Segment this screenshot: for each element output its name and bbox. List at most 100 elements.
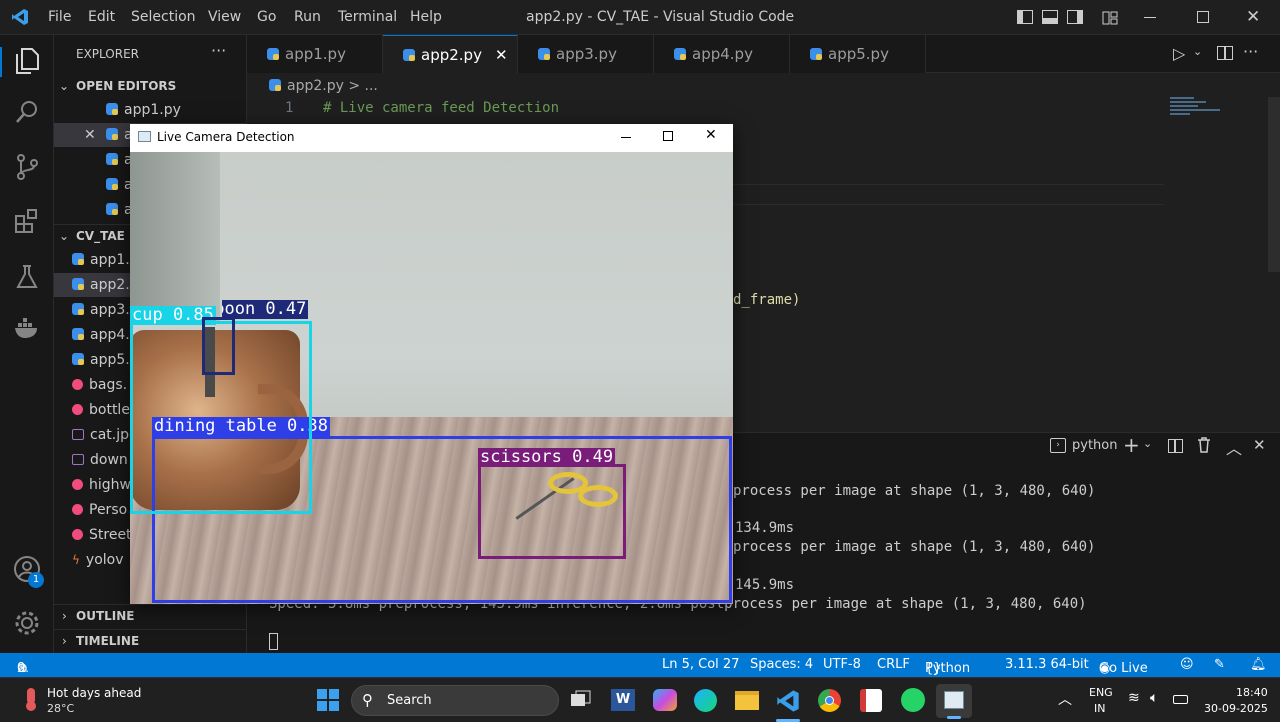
menu-selection[interactable]: Selection — [131, 9, 196, 25]
chrome-browser-icon[interactable] — [818, 689, 841, 712]
go-live-label: Go Live — [1099, 661, 1148, 676]
kill-terminal-trash-icon[interactable] — [1197, 437, 1211, 457]
close-tab-icon[interactable]: ✕ — [495, 36, 508, 74]
menu-go[interactable]: Go — [257, 9, 276, 25]
title-bar: File Edit Selection View Go Run Terminal… — [0, 0, 1280, 35]
accounts-icon[interactable]: 1 — [12, 555, 44, 588]
toggle-primary-sidebar-icon[interactable] — [1017, 10, 1033, 24]
show-hidden-icons-chevron-icon[interactable]: ︿ — [1058, 689, 1072, 709]
terminal-cursor[interactable] — [269, 633, 278, 650]
more-actions-icon[interactable]: ··· — [1243, 42, 1258, 61]
clock-time[interactable]: 18:40 — [1236, 686, 1268, 699]
word-app-icon[interactable]: W — [611, 689, 635, 711]
close-window-icon[interactable]: ✕ — [1246, 7, 1260, 27]
timeline-section[interactable]: › TIMELINE — [54, 629, 246, 651]
menu-help[interactable]: Help — [410, 9, 442, 25]
file-label: down — [90, 452, 128, 468]
weather-thermometer-icon[interactable] — [20, 686, 42, 712]
open-editors-section[interactable]: ⌄ OPEN EDITORS — [54, 75, 246, 97]
line-ending[interactable]: CRLF — [877, 657, 910, 672]
extensions-icon[interactable] — [12, 207, 42, 237]
minimize-icon[interactable] — [1144, 17, 1156, 18]
maximize-panel-icon[interactable]: ︿ — [1226, 435, 1242, 459]
terminal-name[interactable]: python — [1072, 438, 1117, 453]
camera-maximize-icon[interactable] — [663, 131, 673, 141]
settings-gear-icon[interactable] — [12, 609, 42, 639]
outline-section[interactable]: › OUTLINE — [54, 604, 246, 626]
python-file-icon — [674, 48, 686, 60]
new-terminal-icon[interactable]: + — [1123, 433, 1140, 457]
language-indicator-top[interactable]: ENG — [1089, 686, 1113, 699]
window-title: app2.py - CV_TAE - Visual Studio Code — [526, 9, 795, 25]
file-label: app5. — [90, 352, 130, 368]
breadcrumb[interactable]: app2.py > ... — [269, 78, 378, 94]
python-file-icon — [72, 253, 84, 265]
encoding[interactable]: UTF-8 — [823, 657, 861, 672]
toggle-secondary-sidebar-icon[interactable] — [1067, 10, 1083, 24]
close-editor-icon[interactable]: ✕ — [84, 123, 96, 147]
copilot-app-icon[interactable] — [653, 689, 677, 711]
tab-app1[interactable]: app1.py — [247, 35, 383, 73]
split-terminal-icon[interactable] — [1168, 439, 1183, 453]
notifications-bell-icon[interactable]: 🔔︎ — [1250, 657, 1267, 672]
indentation[interactable]: Spaces: 4 — [750, 657, 813, 672]
restore-icon[interactable] — [1197, 11, 1209, 23]
volume-icon[interactable]: 🔈︎ — [1150, 690, 1158, 706]
menu-terminal[interactable]: Terminal — [338, 9, 397, 25]
outline-label: OUTLINE — [76, 609, 135, 623]
tab-app2[interactable]: app2.py ✕ — [383, 35, 518, 73]
camera-minimize-icon[interactable] — [621, 137, 631, 138]
source-control-icon[interactable] — [12, 153, 42, 183]
tab-label: app2.py — [421, 46, 482, 64]
copilot-icon[interactable]: ☺ — [1180, 657, 1194, 672]
file-label: yolov — [85, 552, 124, 568]
terminal-dropdown-icon[interactable]: ⌄ — [1143, 437, 1152, 450]
customize-layout-icon[interactable] — [1102, 10, 1118, 25]
menu-edit[interactable]: Edit — [88, 9, 115, 25]
explorer-more-icon[interactable]: ··· — [211, 41, 226, 60]
code-fragment: d_frame) — [733, 292, 801, 308]
media-file-icon — [72, 504, 83, 515]
whatsapp-icon[interactable] — [901, 688, 925, 712]
toggle-panel-icon[interactable] — [1042, 10, 1058, 24]
explorer-icon[interactable] — [12, 47, 42, 77]
tab-app4[interactable]: app4.py — [654, 35, 790, 73]
split-editor-icon[interactable] — [1217, 46, 1233, 60]
editor-scrollbar[interactable] — [1268, 97, 1280, 272]
battery-icon[interactable] — [1173, 695, 1188, 704]
task-view-icon[interactable] — [570, 690, 592, 710]
run-dropdown-icon[interactable]: ⌄ — [1193, 45, 1202, 58]
tab-app5[interactable]: app5.py — [790, 35, 926, 73]
python-interpreter[interactable]: 3.11.3 64-bit — [1005, 657, 1089, 672]
menu-run[interactable]: Run — [294, 9, 321, 25]
edge-browser-icon[interactable] — [694, 689, 717, 712]
taskbar-search-box[interactable]: ⚲ Search — [351, 685, 559, 716]
close-panel-icon[interactable]: ✕ — [1253, 436, 1266, 454]
tab-label: app1.py — [285, 45, 346, 63]
activity-bar: 1 — [0, 35, 54, 653]
python-file-icon — [106, 128, 118, 140]
accounts-badge: 1 — [28, 572, 44, 588]
search-icon[interactable] — [12, 99, 42, 129]
python-app-taskbar-button[interactable] — [936, 684, 972, 719]
run-python-icon[interactable]: ▷ — [1173, 44, 1185, 63]
camera-close-icon[interactable]: ✕ — [705, 127, 717, 143]
weather-title[interactable]: Hot days ahead — [47, 686, 141, 700]
cursor-position[interactable]: Ln 5, Col 27 — [662, 657, 739, 672]
docker-icon[interactable] — [12, 317, 42, 347]
menu-file[interactable]: File — [48, 9, 71, 25]
minimap[interactable] — [1170, 97, 1265, 127]
clock-date: 30-09-2025 — [1204, 702, 1268, 715]
file-explorer-icon[interactable] — [735, 691, 759, 710]
windows-start-icon[interactable] — [317, 689, 339, 711]
terminal-line: process per image at shape (1, 3, 480, 6… — [733, 483, 1096, 499]
wifi-icon[interactable]: ≋ — [1128, 690, 1140, 706]
feedback-icon[interactable]: ✎ — [1214, 657, 1225, 672]
menu-view[interactable]: View — [208, 9, 241, 25]
open-editor-app1[interactable]: app1.py — [54, 98, 246, 122]
snipping-tool-icon[interactable] — [860, 689, 882, 712]
tab-app3[interactable]: app3.py — [518, 35, 654, 73]
vscode-taskbar-icon[interactable] — [776, 689, 800, 713]
camera-window-titlebar[interactable]: Live Camera Detection ✕ — [130, 124, 733, 152]
testing-flask-icon[interactable] — [12, 263, 42, 293]
